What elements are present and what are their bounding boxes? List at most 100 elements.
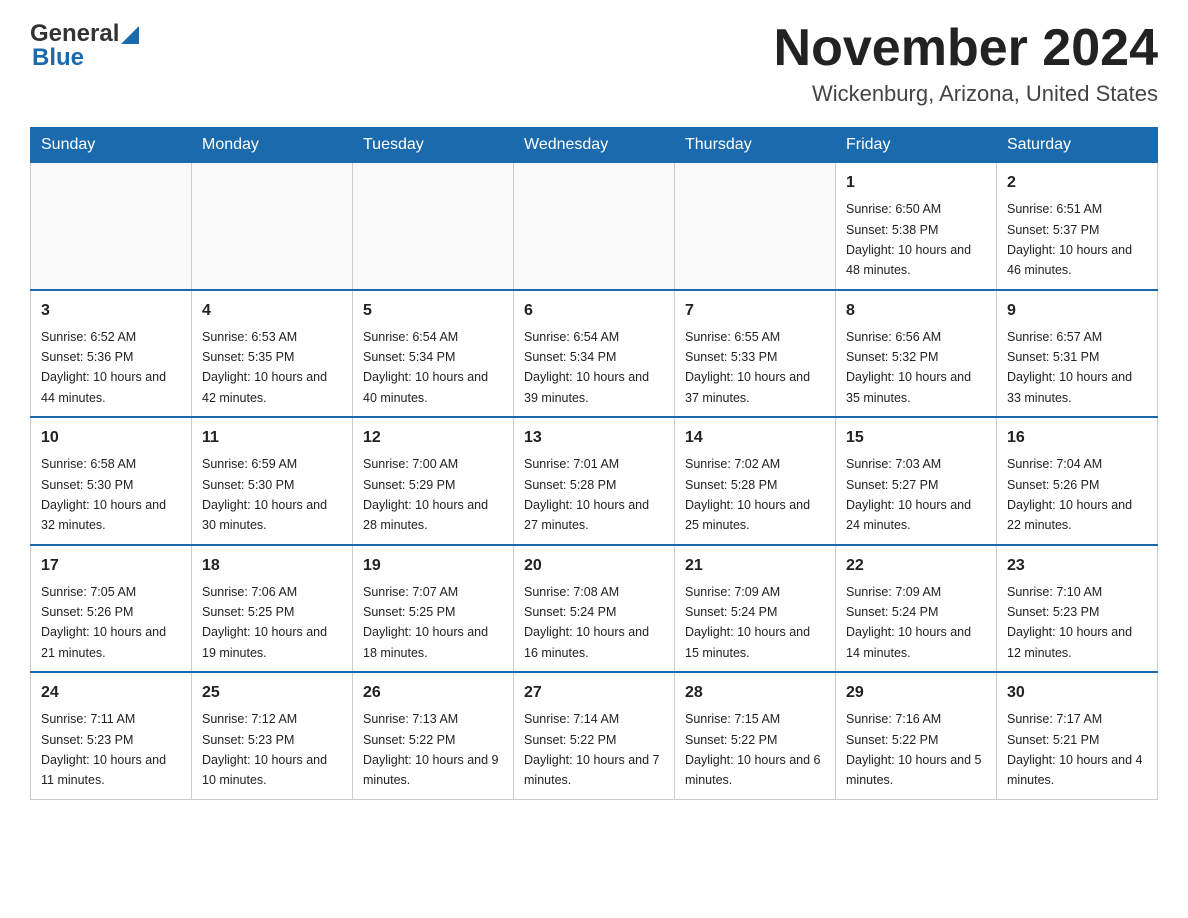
day-number: 10 — [41, 426, 181, 450]
calendar-cell: 5 Sunrise: 6:54 AM Sunset: 5:34 PM Daylig… — [353, 290, 514, 418]
day-number: 2 — [1007, 171, 1147, 195]
day-number: 4 — [202, 299, 342, 323]
day-info: Sunrise: 7:15 AM Sunset: 5:22 PM Dayligh… — [685, 712, 821, 787]
page-title: November 2024 — [774, 20, 1158, 77]
calendar-day-header: Tuesday — [353, 128, 514, 163]
day-number: 26 — [363, 681, 503, 705]
calendar-cell: 13 Sunrise: 7:01 AM Sunset: 5:28 PM Dayli… — [514, 417, 675, 545]
header: General Blue November 2024 Wickenburg, A… — [30, 20, 1158, 107]
day-number: 18 — [202, 554, 342, 578]
day-info: Sunrise: 7:09 AM Sunset: 5:24 PM Dayligh… — [685, 585, 810, 660]
calendar-cell: 30Sunrise: 7:17 AM Sunset: 5:21 PM Dayli… — [997, 672, 1158, 799]
calendar-week-row: 24 Sunrise: 7:11 AM Sunset: 5:23 PM Dayli… — [31, 672, 1158, 799]
calendar-cell: 1 Sunrise: 6:50 AM Sunset: 5:38 PM Daylig… — [836, 163, 997, 290]
day-info: Sunrise: 7:05 AM Sunset: 5:26 PM Dayligh… — [41, 585, 166, 660]
calendar-cell: 25Sunrise: 7:12 AM Sunset: 5:23 PM Dayli… — [192, 672, 353, 799]
day-info: Sunrise: 6:51 AM Sunset: 5:37 PM Dayligh… — [1007, 202, 1132, 277]
calendar-cell — [31, 163, 192, 290]
day-info: Sunrise: 6:56 AM Sunset: 5:32 PM Dayligh… — [846, 330, 971, 405]
day-number: 6 — [524, 299, 664, 323]
calendar-cell: 24 Sunrise: 7:11 AM Sunset: 5:23 PM Dayli… — [31, 672, 192, 799]
calendar-cell: 9Sunrise: 6:57 AM Sunset: 5:31 PM Daylig… — [997, 290, 1158, 418]
calendar-cell: 14 Sunrise: 7:02 AM Sunset: 5:28 PM Dayli… — [675, 417, 836, 545]
calendar-cell: 29 Sunrise: 7:16 AM Sunset: 5:22 PM Dayli… — [836, 672, 997, 799]
calendar-cell: 26 Sunrise: 7:13 AM Sunset: 5:22 PM Dayli… — [353, 672, 514, 799]
title-area: November 2024 Wickenburg, Arizona, Unite… — [774, 20, 1158, 107]
calendar-cell: 17 Sunrise: 7:05 AM Sunset: 5:26 PM Dayli… — [31, 545, 192, 673]
calendar-cell: 3 Sunrise: 6:52 AM Sunset: 5:36 PM Daylig… — [31, 290, 192, 418]
calendar-table: SundayMondayTuesdayWednesdayThursdayFrid… — [30, 127, 1158, 800]
day-number: 1 — [846, 171, 986, 195]
calendar-cell: 19 Sunrise: 7:07 AM Sunset: 5:25 PM Dayli… — [353, 545, 514, 673]
calendar-week-row: 17 Sunrise: 7:05 AM Sunset: 5:26 PM Dayli… — [31, 545, 1158, 673]
day-info: Sunrise: 6:58 AM Sunset: 5:30 PM Dayligh… — [41, 457, 166, 532]
day-info: Sunrise: 6:54 AM Sunset: 5:34 PM Dayligh… — [363, 330, 488, 405]
logo-triangle-icon — [121, 26, 139, 44]
day-info: Sunrise: 7:07 AM Sunset: 5:25 PM Dayligh… — [363, 585, 488, 660]
day-number: 22 — [846, 554, 986, 578]
day-info: Sunrise: 7:11 AM Sunset: 5:23 PM Dayligh… — [41, 712, 166, 787]
calendar-cell: 7Sunrise: 6:55 AM Sunset: 5:33 PM Daylig… — [675, 290, 836, 418]
day-info: Sunrise: 6:54 AM Sunset: 5:34 PM Dayligh… — [524, 330, 649, 405]
calendar-cell: 8Sunrise: 6:56 AM Sunset: 5:32 PM Daylig… — [836, 290, 997, 418]
calendar-week-row: 10 Sunrise: 6:58 AM Sunset: 5:30 PM Dayli… — [31, 417, 1158, 545]
day-number: 24 — [41, 681, 181, 705]
calendar-cell: 16 Sunrise: 7:04 AM Sunset: 5:26 PM Dayli… — [997, 417, 1158, 545]
day-info: Sunrise: 6:53 AM Sunset: 5:35 PM Dayligh… — [202, 330, 327, 405]
calendar-cell: 23 Sunrise: 7:10 AM Sunset: 5:23 PM Dayli… — [997, 545, 1158, 673]
day-number: 3 — [41, 299, 181, 323]
calendar-day-header: Friday — [836, 128, 997, 163]
calendar-week-row: 3 Sunrise: 6:52 AM Sunset: 5:36 PM Daylig… — [31, 290, 1158, 418]
calendar-week-row: 1 Sunrise: 6:50 AM Sunset: 5:38 PM Daylig… — [31, 163, 1158, 290]
calendar-cell: 28 Sunrise: 7:15 AM Sunset: 5:22 PM Dayli… — [675, 672, 836, 799]
day-info: Sunrise: 7:13 AM Sunset: 5:22 PM Dayligh… — [363, 712, 499, 787]
day-info: Sunrise: 6:59 AM Sunset: 5:30 PM Dayligh… — [202, 457, 327, 532]
day-number: 29 — [846, 681, 986, 705]
day-number: 19 — [363, 554, 503, 578]
calendar-cell: 22 Sunrise: 7:09 AM Sunset: 5:24 PM Dayli… — [836, 545, 997, 673]
calendar-cell: 20Sunrise: 7:08 AM Sunset: 5:24 PM Dayli… — [514, 545, 675, 673]
calendar-cell: 18Sunrise: 7:06 AM Sunset: 5:25 PM Dayli… — [192, 545, 353, 673]
calendar-cell — [192, 163, 353, 290]
day-number: 11 — [202, 426, 342, 450]
calendar-day-header: Sunday — [31, 128, 192, 163]
day-info: Sunrise: 7:09 AM Sunset: 5:24 PM Dayligh… — [846, 585, 971, 660]
calendar-cell: 15Sunrise: 7:03 AM Sunset: 5:27 PM Dayli… — [836, 417, 997, 545]
calendar-day-header: Monday — [192, 128, 353, 163]
day-info: Sunrise: 6:52 AM Sunset: 5:36 PM Dayligh… — [41, 330, 166, 405]
calendar-cell: 27 Sunrise: 7:14 AM Sunset: 5:22 PM Dayli… — [514, 672, 675, 799]
day-number: 16 — [1007, 426, 1147, 450]
calendar-cell — [675, 163, 836, 290]
calendar-cell: 2 Sunrise: 6:51 AM Sunset: 5:37 PM Daylig… — [997, 163, 1158, 290]
day-info: Sunrise: 7:01 AM Sunset: 5:28 PM Dayligh… — [524, 457, 649, 532]
day-number: 17 — [41, 554, 181, 578]
day-number: 7 — [685, 299, 825, 323]
day-number: 25 — [202, 681, 342, 705]
day-number: 28 — [685, 681, 825, 705]
day-number: 27 — [524, 681, 664, 705]
day-info: Sunrise: 7:00 AM Sunset: 5:29 PM Dayligh… — [363, 457, 488, 532]
page-subtitle: Wickenburg, Arizona, United States — [774, 81, 1158, 107]
calendar-cell: 11 Sunrise: 6:59 AM Sunset: 5:30 PM Dayli… — [192, 417, 353, 545]
day-number: 21 — [685, 554, 825, 578]
day-info: Sunrise: 7:14 AM Sunset: 5:22 PM Dayligh… — [524, 712, 660, 787]
calendar-cell: 10 Sunrise: 6:58 AM Sunset: 5:30 PM Dayli… — [31, 417, 192, 545]
day-number: 14 — [685, 426, 825, 450]
calendar-cell — [514, 163, 675, 290]
day-number: 23 — [1007, 554, 1147, 578]
day-number: 9 — [1007, 299, 1147, 323]
day-info: Sunrise: 7:02 AM Sunset: 5:28 PM Dayligh… — [685, 457, 810, 532]
day-info: Sunrise: 6:50 AM Sunset: 5:38 PM Dayligh… — [846, 202, 971, 277]
calendar-cell: 21 Sunrise: 7:09 AM Sunset: 5:24 PM Dayli… — [675, 545, 836, 673]
calendar-cell: 12Sunrise: 7:00 AM Sunset: 5:29 PM Dayli… — [353, 417, 514, 545]
calendar-day-header: Thursday — [675, 128, 836, 163]
day-info: Sunrise: 7:10 AM Sunset: 5:23 PM Dayligh… — [1007, 585, 1132, 660]
calendar-cell: 4 Sunrise: 6:53 AM Sunset: 5:35 PM Daylig… — [192, 290, 353, 418]
calendar-day-header: Saturday — [997, 128, 1158, 163]
day-number: 20 — [524, 554, 664, 578]
day-number: 30 — [1007, 681, 1147, 705]
day-info: Sunrise: 7:16 AM Sunset: 5:22 PM Dayligh… — [846, 712, 982, 787]
day-info: Sunrise: 7:04 AM Sunset: 5:26 PM Dayligh… — [1007, 457, 1132, 532]
day-number: 5 — [363, 299, 503, 323]
day-number: 13 — [524, 426, 664, 450]
